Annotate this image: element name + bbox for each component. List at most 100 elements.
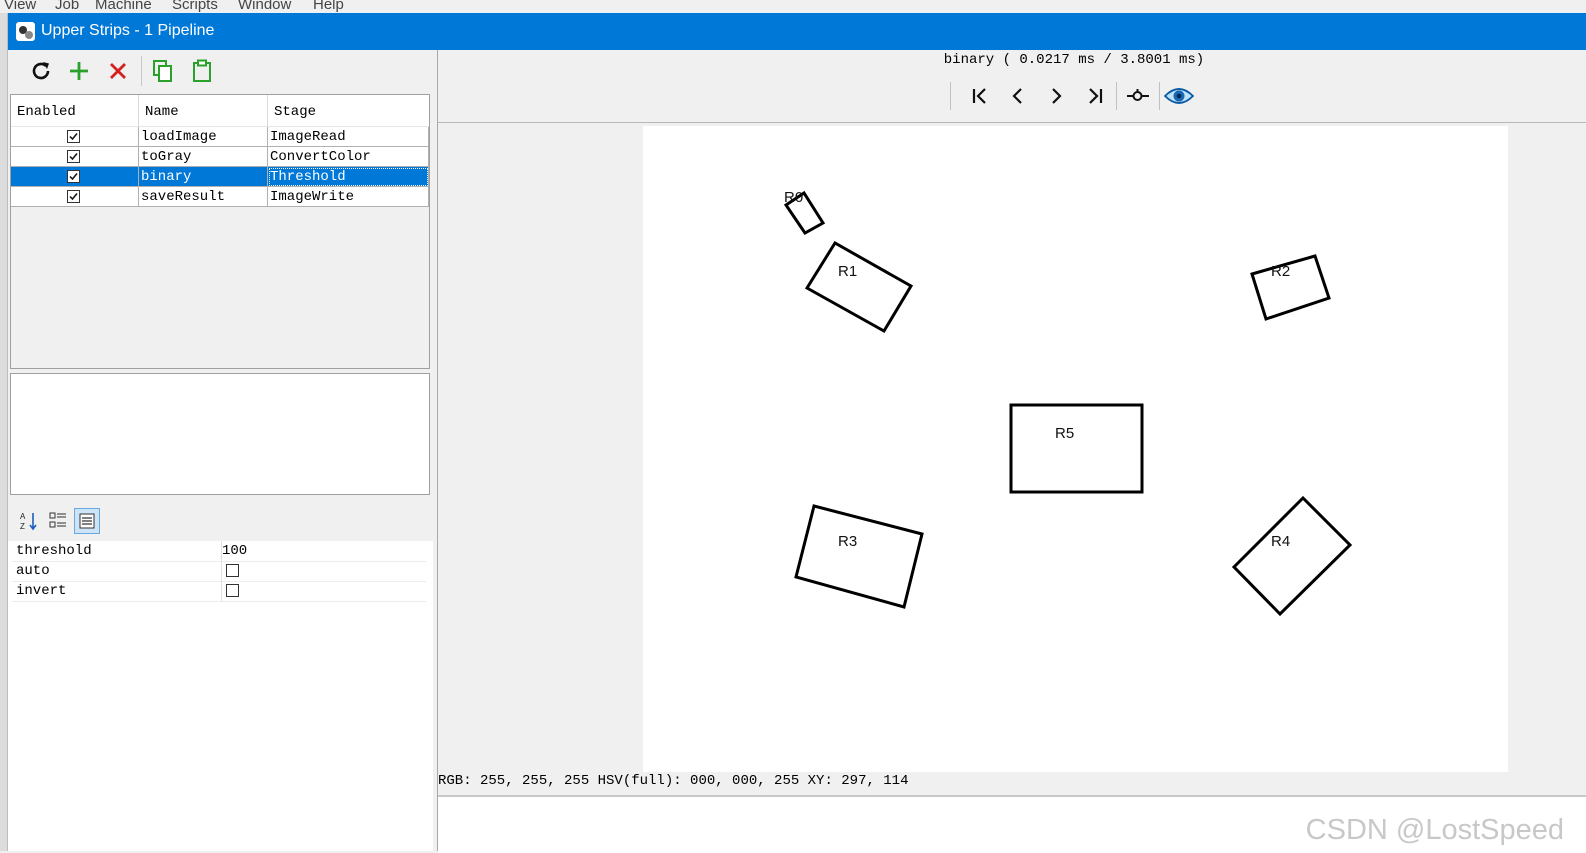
enabled-checkbox[interactable]	[67, 130, 80, 143]
pixel-status-label: RGB: 255, 255, 255 HSV(full): 000, 000, …	[438, 773, 909, 789]
svg-text:Z: Z	[20, 522, 25, 531]
paste-button[interactable]	[187, 56, 217, 86]
first-stage-button[interactable]	[965, 81, 995, 111]
shape-label: R0	[784, 189, 803, 206]
shape-r4	[1231, 495, 1353, 617]
auto-checkbox[interactable]	[226, 564, 239, 577]
window-title: Upper Strips - 1 Pipeline	[41, 22, 215, 39]
table-row-selected[interactable]: binary Threshold	[11, 167, 429, 187]
property-name: auto	[16, 561, 222, 581]
name-cell[interactable]: toGray	[139, 147, 268, 167]
categorized-icon	[49, 512, 66, 528]
property-grid: threshold 100 auto invert	[8, 541, 433, 851]
copy-button[interactable]	[148, 56, 178, 86]
table-row[interactable]: saveResult ImageWrite	[11, 187, 429, 207]
sort-alpha-icon: A Z	[20, 512, 37, 531]
pipeline-toolbar	[8, 50, 433, 92]
eye-icon	[1164, 88, 1194, 104]
property-pages-icon	[79, 513, 95, 529]
previous-stage-button[interactable]	[1003, 81, 1033, 111]
image-canvas[interactable]: R0 R1 R2 R5 R3 R4	[643, 126, 1508, 772]
column-header-stage[interactable]: Stage	[268, 95, 429, 127]
shape-label: R5	[1055, 425, 1074, 442]
property-value[interactable]: 100	[222, 541, 247, 561]
enabled-checkbox[interactable]	[67, 150, 80, 163]
menu-view[interactable]: View	[4, 0, 36, 13]
pipeline-panel: Enabled Name Stage loadImage ImageRead t…	[8, 50, 433, 851]
stages-table: Enabled Name Stage loadImage ImageRead t…	[10, 94, 430, 369]
image-viewer-panel: binary ( 0.0217 ms / 3.8001 ms) R0 R1 R2…	[438, 50, 1586, 853]
app-icon	[16, 22, 35, 41]
menu-job[interactable]: Job	[55, 0, 79, 13]
stage-cell[interactable]: ConvertColor	[268, 147, 429, 167]
watermark-text: CSDN @LostSpeed	[1305, 814, 1564, 846]
refresh-icon	[32, 62, 50, 80]
next-icon	[1052, 88, 1062, 104]
name-cell[interactable]: saveResult	[139, 187, 268, 207]
invert-checkbox[interactable]	[226, 584, 239, 597]
window-titlebar[interactable]: Upper Strips - 1 Pipeline	[8, 13, 1586, 50]
shape-label: R2	[1271, 263, 1290, 280]
property-pages-button[interactable]	[74, 508, 100, 534]
last-icon	[1089, 88, 1103, 104]
enabled-cell	[11, 187, 139, 207]
svg-text:A: A	[20, 512, 26, 521]
shape-label: R4	[1271, 533, 1290, 550]
toolbar-separator	[141, 56, 142, 86]
table-row[interactable]: toGray ConvertColor	[11, 147, 429, 167]
property-grid-toolbar: A Z	[8, 505, 433, 541]
shape-r1	[804, 240, 914, 334]
toolbar-separator	[1159, 82, 1160, 110]
first-icon	[972, 88, 986, 104]
stage-cell[interactable]: ImageWrite	[268, 187, 429, 207]
menu-window[interactable]: Window	[238, 0, 291, 13]
enabled-cell	[11, 167, 139, 187]
viewer-navigation	[950, 78, 1200, 114]
name-cell[interactable]: loadImage	[139, 127, 268, 147]
paste-icon	[193, 59, 211, 82]
probe-icon	[1127, 89, 1149, 101]
stage-timing-label: binary ( 0.0217 ms / 3.8001 ms)	[943, 52, 1205, 68]
shape-r3	[794, 504, 924, 609]
menu-machine[interactable]: Machine	[95, 0, 152, 13]
column-header-enabled[interactable]: Enabled	[11, 95, 139, 127]
prev-icon	[1012, 88, 1022, 104]
delete-stage-button[interactable]	[103, 56, 133, 86]
shape-label: R3	[838, 533, 857, 550]
property-name: threshold	[16, 541, 222, 561]
name-cell[interactable]: binary	[139, 167, 268, 187]
enabled-cell	[11, 147, 139, 167]
property-row[interactable]: auto	[12, 561, 426, 582]
copy-icon	[153, 60, 172, 82]
stage-description-box	[10, 373, 430, 495]
shape-label: R1	[838, 263, 857, 280]
output-panel: CSDN @LostSpeed	[438, 795, 1586, 853]
stage-cell[interactable]: Threshold	[268, 167, 429, 187]
shape-r5	[1009, 403, 1144, 494]
stage-cell[interactable]: ImageRead	[268, 127, 429, 147]
next-stage-button[interactable]	[1041, 81, 1071, 111]
toolbar-separator	[950, 82, 951, 110]
shape-r2	[1250, 254, 1331, 321]
enabled-checkbox[interactable]	[67, 170, 80, 183]
table-row[interactable]: loadImage ImageRead	[11, 127, 429, 147]
background-window-edge	[0, 13, 8, 851]
enabled-checkbox[interactable]	[67, 190, 80, 203]
property-row[interactable]: threshold 100	[12, 541, 426, 562]
menu-scripts[interactable]: Scripts	[172, 0, 218, 13]
toggle-view-button[interactable]	[1164, 81, 1194, 111]
refresh-button[interactable]	[26, 56, 56, 86]
probe-button[interactable]	[1123, 81, 1153, 111]
close-icon	[110, 63, 126, 79]
toolbar-separator	[1116, 82, 1117, 110]
plus-icon	[70, 62, 88, 80]
image-view-area[interactable]: R0 R1 R2 R5 R3 R4	[438, 122, 1586, 774]
property-row[interactable]: invert	[12, 581, 426, 602]
sort-alpha-button[interactable]: A Z	[16, 508, 42, 534]
last-stage-button[interactable]	[1080, 81, 1110, 111]
column-header-name[interactable]: Name	[139, 95, 268, 127]
menu-help[interactable]: Help	[313, 0, 344, 13]
add-stage-button[interactable]	[64, 56, 94, 86]
categorized-button[interactable]	[45, 508, 71, 534]
enabled-cell	[11, 127, 139, 147]
